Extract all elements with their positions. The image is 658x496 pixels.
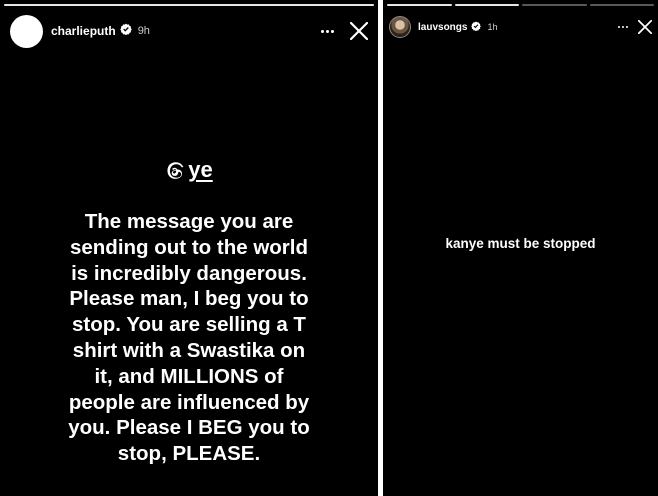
story-progress-segment bbox=[589, 4, 654, 6]
message-line: it, and MILLIONS of bbox=[94, 364, 284, 388]
avatar[interactable] bbox=[389, 16, 411, 38]
story-progress-segment bbox=[454, 4, 519, 6]
more-options-icon[interactable] bbox=[321, 29, 334, 33]
story-panel-right[interactable]: lauvsongs 1h kanye must be stopped bbox=[383, 0, 658, 496]
message-line: sending out to the world bbox=[69, 235, 308, 259]
message-line: shirt with a Swastika on bbox=[72, 338, 306, 362]
username[interactable]: lauvsongs bbox=[418, 22, 467, 33]
story-progress-bar bbox=[4, 4, 374, 6]
close-icon[interactable] bbox=[350, 22, 368, 40]
message-line: people are influenced by bbox=[68, 390, 310, 414]
story-panel-left[interactable]: charlieputh 9h ye The message you are se… bbox=[0, 0, 378, 496]
story-progress-fill bbox=[4, 4, 374, 6]
verified-badge-icon bbox=[119, 22, 132, 40]
threads-logo-icon bbox=[167, 161, 184, 179]
message-line: stop. You are selling a T bbox=[72, 313, 306, 337]
avatar[interactable] bbox=[10, 14, 43, 48]
story-message-text: kanye must be stopped bbox=[445, 236, 596, 251]
verified-badge-icon bbox=[471, 18, 482, 36]
close-icon[interactable] bbox=[638, 20, 652, 34]
story-progress-segment bbox=[522, 4, 587, 6]
more-options-icon[interactable] bbox=[618, 26, 628, 28]
message-line: The message you are bbox=[84, 210, 294, 233]
message-line: is incredibly dangerous. bbox=[71, 261, 307, 285]
threads-mention-sticker[interactable]: ye bbox=[0, 157, 378, 183]
story-header: lauvsongs 1h bbox=[383, 12, 658, 42]
story-header: charlieputh 9h bbox=[0, 14, 378, 48]
message-line: you. Please I BEG you to bbox=[68, 416, 310, 440]
message-line: stop, PLEASE. bbox=[117, 442, 261, 466]
username[interactable]: charlieputh bbox=[51, 24, 116, 38]
post-time: 1h bbox=[487, 22, 498, 32]
story-progress-segments bbox=[387, 4, 654, 6]
message-line: Please man, I beg you to bbox=[69, 287, 309, 311]
story-progress-segment bbox=[387, 4, 452, 6]
threads-handle: ye bbox=[188, 157, 213, 182]
story-message-text: The message you are sending out to the w… bbox=[0, 209, 378, 467]
post-time: 9h bbox=[137, 25, 150, 37]
